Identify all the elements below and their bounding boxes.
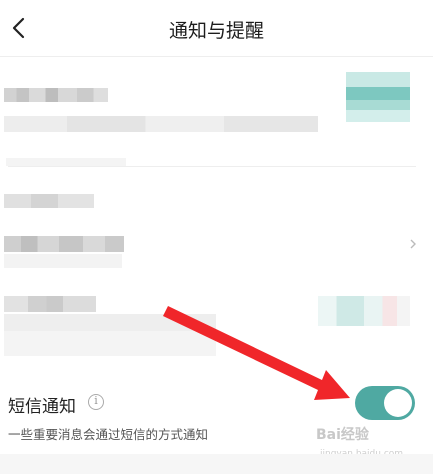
blurred-row-control[interactable] [318, 296, 410, 326]
blurred-row-sublabel [4, 314, 216, 356]
blurred-row-detail [4, 254, 122, 268]
header: 通知与提醒 [0, 0, 433, 56]
blurred-row-control[interactable] [346, 72, 410, 122]
sms-notification-description: 一些重要消息会通过短信的方式通知 [8, 427, 209, 442]
chevron-right-icon[interactable] [408, 237, 418, 251]
blurred-row-label [4, 194, 94, 208]
blurred-row-label [4, 88, 108, 102]
blurred-row-sublabel [4, 236, 124, 252]
sms-notification-toggle[interactable] [355, 386, 415, 420]
info-icon[interactable] [88, 394, 104, 410]
page-title: 通知与提醒 [168, 20, 264, 42]
header-divider [0, 56, 433, 57]
blurred-row-sublabel [4, 116, 318, 132]
bottom-band [0, 454, 433, 474]
row-divider [8, 166, 416, 167]
blurred-section-caption [6, 158, 126, 166]
watermark-text: Bai经验 [316, 427, 369, 443]
sms-notification-title: 短信通知 [8, 397, 76, 417]
toggle-knob [384, 389, 412, 417]
blurred-row-label [4, 296, 96, 312]
